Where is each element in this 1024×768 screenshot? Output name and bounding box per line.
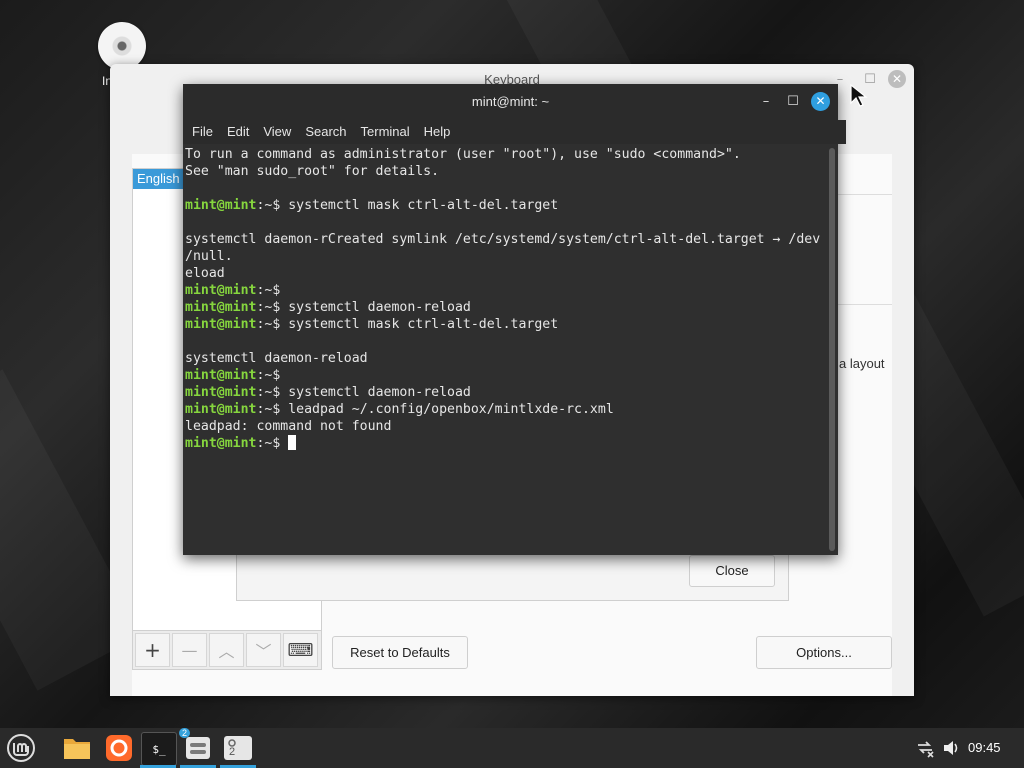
terminal-line: mint@mint:~$ systemctl mask ctrl-alt-del… <box>185 197 827 214</box>
remove-layout-button[interactable]: — <box>172 633 207 667</box>
output-text: See "man sudo_root" for details. <box>185 164 440 179</box>
text-cursor <box>288 435 297 450</box>
terminal-line: mint@mint:~$ <box>185 435 827 452</box>
mint-menu-icon[interactable] <box>4 732 38 764</box>
menu-terminal[interactable]: Terminal <box>360 120 417 144</box>
layout-item-english[interactable]: English <box>133 169 185 189</box>
optical-disc-icon[interactable] <box>98 22 146 70</box>
prompt-path: :~$ <box>256 283 281 298</box>
prompt-path: :~$ <box>256 385 289 400</box>
output-text: /null. <box>185 249 233 264</box>
workspace-number: 2 <box>229 746 236 758</box>
terminal-line: mint@mint:~$ <box>185 367 827 384</box>
volume-icon[interactable] <box>938 732 964 764</box>
prompt-user: mint@mint <box>185 368 257 383</box>
minimize-icon[interactable]: – <box>757 93 775 111</box>
terminal-line: eload <box>185 265 827 282</box>
window-count-badge: 2 <box>179 728 191 738</box>
layout-hint-text: a layout <box>839 356 885 371</box>
terminal-line: See "man sudo_root" for details. <box>185 163 827 180</box>
prompt-path: :~$ <box>256 368 281 383</box>
prompt-user: mint@mint <box>185 300 257 315</box>
command-text: leadpad ~/.config/openbox/mintlxde-rc.xm… <box>288 402 614 417</box>
terminal-app-icon[interactable]: $_ <box>141 732 177 766</box>
prompt-user: mint@mint <box>185 436 257 451</box>
prompt-user: mint@mint <box>185 198 257 213</box>
terminal-line: systemctl daemon-reload <box>185 350 827 367</box>
terminal-line: To run a command as administrator (user … <box>185 146 827 163</box>
command-text: systemctl mask ctrl-alt-del.target <box>288 198 559 213</box>
menu-search[interactable]: Search <box>304 120 353 144</box>
menu-view[interactable]: View <box>262 120 298 144</box>
prompt-path: :~$ <box>256 436 289 451</box>
output-text: leadpad: command not found <box>185 419 392 434</box>
files-folder-icon[interactable] <box>60 732 94 764</box>
layout-list-toolbar: + — ︿ ﹀ ⌨ <box>132 630 322 670</box>
terminal-menubar: File Edit View Search Terminal Help <box>183 120 846 144</box>
output-text: systemctl daemon-rCreated symlink /etc/s… <box>185 232 821 247</box>
prompt-user: mint@mint <box>185 283 257 298</box>
prompt-path: :~$ <box>256 300 289 315</box>
terminal-line: leadpad: command not found <box>185 418 827 435</box>
terminal-line: mint@mint:~$ systemctl daemon-reload <box>185 299 827 316</box>
terminal-title: mint@mint: ~ <box>471 94 550 109</box>
terminal-line: mint@mint:~$ <box>185 282 827 299</box>
close-icon[interactable]: ✕ <box>811 92 830 111</box>
prompt-user: mint@mint <box>185 385 257 400</box>
menu-help[interactable]: Help <box>423 120 458 144</box>
close-button[interactable]: Close <box>689 555 775 587</box>
terminal-line: /null. <box>185 248 827 265</box>
terminal-window: mint@mint: ~ – ☐ ✕ File Edit View Search Ter… <box>183 84 846 555</box>
terminal-line: mint@mint:~$ leadpad ~/.config/openbox/m… <box>185 401 827 418</box>
terminal-titlebar[interactable]: mint@mint: ~ – ☐ ✕ <box>183 84 838 120</box>
output-text: eload <box>185 266 225 281</box>
move-down-button[interactable]: ﹀ <box>246 633 281 667</box>
add-layout-button[interactable]: + <box>135 633 170 667</box>
workspace-switcher-icon[interactable]: 2 <box>221 732 255 764</box>
network-disconnected-icon[interactable] <box>912 732 938 764</box>
prompt-user: mint@mint <box>185 402 257 417</box>
prompt-path: :~$ <box>256 198 289 213</box>
menu-file[interactable]: File <box>191 120 220 144</box>
reset-to-defaults-button[interactable]: Reset to Defaults <box>332 636 468 669</box>
options-button[interactable]: Options... <box>756 636 892 669</box>
terminal-scrollbar[interactable] <box>829 148 835 551</box>
terminal-line: systemctl daemon-rCreated symlink /etc/s… <box>185 231 827 248</box>
output-text: To run a command as administrator (user … <box>185 147 741 162</box>
maximize-icon[interactable]: ☐ <box>784 93 802 111</box>
keyboard-preview-button[interactable]: ⌨ <box>283 633 318 667</box>
clock[interactable]: 09:45 <box>968 740 1001 755</box>
firefox-icon[interactable] <box>102 732 136 764</box>
command-text: systemctl daemon-reload <box>288 300 471 315</box>
command-text: systemctl mask ctrl-alt-del.target <box>288 317 559 332</box>
terminal-line: mint@mint:~$ systemctl daemon-reload <box>185 384 827 401</box>
prompt-path: :~$ <box>256 402 289 417</box>
command-text: systemctl daemon-reload <box>288 385 471 400</box>
taskbar: $_ 2 2 09:45 <box>0 728 1024 768</box>
prompt-path: :~$ <box>256 317 289 332</box>
prompt-user: mint@mint <box>185 317 257 332</box>
output-text: systemctl daemon-reload <box>185 351 368 366</box>
mouse-pointer-icon <box>850 84 868 107</box>
close-icon[interactable]: ✕ <box>888 70 906 88</box>
terminal-line: mint@mint:~$ systemctl mask ctrl-alt-del… <box>185 316 827 333</box>
settings-app-icon[interactable]: 2 <box>179 728 215 764</box>
menu-edit[interactable]: Edit <box>226 120 256 144</box>
terminal-output[interactable]: To run a command as administrator (user … <box>183 146 827 555</box>
move-up-button[interactable]: ︿ <box>209 633 244 667</box>
